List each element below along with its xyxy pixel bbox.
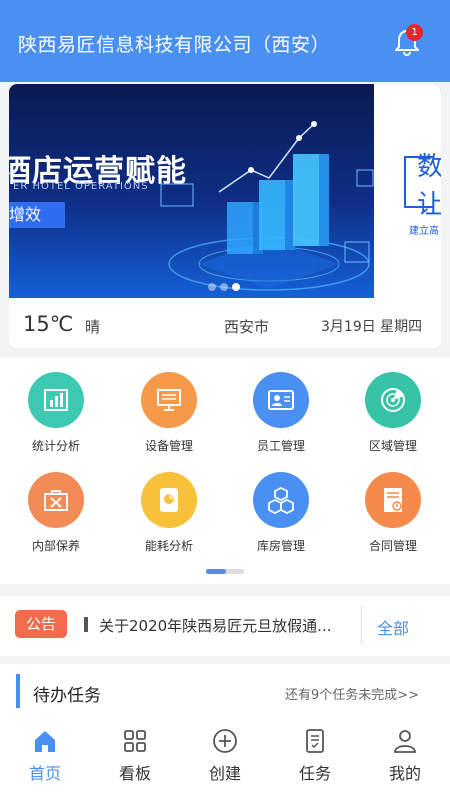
grid-item-warehouse[interactable]: 库房管理: [236, 472, 326, 554]
tab-label: 首页: [28, 764, 61, 783]
tab-tasks[interactable]: 任务: [270, 722, 360, 800]
grid-item-maintenance[interactable]: 内部保养: [11, 472, 101, 554]
grid-item-energy[interactable]: 能耗分析: [124, 472, 214, 554]
banner-carousel[interactable]: 酒店运营赋能 ER HOTEL OPERATIONS 增效 数 让 建立高: [9, 84, 441, 298]
grid-item-equipment[interactable]: 设备管理: [124, 372, 214, 454]
grid-page-indicator-active: [206, 569, 226, 574]
dashboard-icon: [124, 730, 146, 752]
grid-item-label: 员工管理: [256, 439, 305, 453]
city: 西安市: [224, 318, 270, 336]
todo-section-header: 待办任务 还有9个任务未完成>>: [0, 664, 450, 722]
plus-circle-icon: [213, 729, 237, 753]
notice-separator: [361, 606, 362, 644]
energy-icon: [141, 472, 197, 528]
banner-tag: 增效: [9, 202, 65, 228]
todo-title: 待办任务: [33, 686, 101, 706]
grid-page-indicator: [206, 569, 244, 574]
bar-chart-icon: [28, 372, 84, 428]
tab-label: 创建: [208, 764, 241, 783]
tab-label: 任务: [298, 764, 331, 783]
grid-item-area[interactable]: 区域管理: [348, 372, 438, 454]
notice-bar[interactable]: 公告 关于2020年陕西易匠元旦放假通... 全部: [0, 596, 450, 656]
carousel-indicator: [208, 276, 244, 295]
boxes-icon: [253, 472, 309, 528]
task-icon: [306, 729, 324, 753]
tab-label: 我的: [388, 764, 421, 783]
grid-item-label: 库房管理: [256, 539, 305, 553]
monitor-icon: [141, 372, 197, 428]
id-card-icon: [253, 372, 309, 428]
banner-side-text: 数: [417, 152, 441, 182]
data-visualization-illustration: [160, 121, 374, 291]
tab-label: 看板: [118, 764, 151, 783]
company-title: 陕西易匠信息科技有限公司（西安）: [18, 34, 331, 56]
grid-item-label: 设备管理: [144, 439, 193, 453]
notification-badge: 1: [406, 24, 423, 41]
app-header: 陕西易匠信息科技有限公司（西安） 1: [0, 0, 450, 82]
tab-profile[interactable]: 我的: [360, 722, 450, 800]
notice-divider: [84, 617, 88, 632]
grid-item-label: 能耗分析: [144, 539, 193, 553]
grid-item-label: 合同管理: [368, 539, 417, 553]
notice-all-button[interactable]: 全部: [377, 615, 409, 639]
banner-side-text: 让: [417, 190, 441, 220]
banner-card: 酒店运营赋能 ER HOTEL OPERATIONS 增效 数 让 建立高 15…: [9, 84, 441, 348]
home-icon: [35, 731, 55, 752]
date: 3月19日 星期四: [321, 319, 423, 335]
bottom-tab-bar: 首页 看板 创建 任务 我的: [0, 722, 450, 800]
function-grid: 统计分析 设备管理 员工管理 区域管理 内部保养 能耗分析 库房管理 合同管理: [0, 358, 450, 584]
toolbox-icon: [28, 472, 84, 528]
carousel-dot[interactable]: [208, 283, 216, 291]
todo-accent-bar: [16, 674, 20, 708]
banner-side-text: 建立高: [409, 226, 439, 237]
grid-item-label: 内部保养: [31, 539, 80, 553]
user-icon: [394, 730, 416, 753]
grid-item-contract[interactable]: 合同管理: [348, 472, 438, 554]
carousel-dot-active[interactable]: [232, 283, 240, 291]
notice-tag: 公告: [15, 610, 67, 638]
contract-icon: [365, 472, 421, 528]
tab-create[interactable]: 创建: [180, 722, 270, 800]
temperature: 15℃: [23, 312, 74, 336]
grid-item-staff[interactable]: 员工管理: [236, 372, 326, 454]
radar-icon: [365, 372, 421, 428]
banner-subtitle: ER HOTEL OPERATIONS: [13, 181, 149, 192]
grid-item-statistics[interactable]: 统计分析: [11, 372, 101, 454]
weather-condition: 晴: [85, 318, 101, 336]
tab-dashboard[interactable]: 看板: [90, 722, 180, 800]
weather-bar: 15℃ 晴 西安市 3月19日 星期四: [9, 298, 441, 348]
notice-text[interactable]: 关于2020年陕西易匠元旦放假通...: [99, 615, 345, 636]
carousel-dot[interactable]: [220, 283, 228, 291]
todo-more-link[interactable]: 还有9个任务未完成>>: [285, 684, 419, 703]
grid-item-label: 区域管理: [368, 439, 417, 453]
grid-item-label: 统计分析: [31, 439, 80, 453]
tab-home[interactable]: 首页: [0, 722, 90, 800]
